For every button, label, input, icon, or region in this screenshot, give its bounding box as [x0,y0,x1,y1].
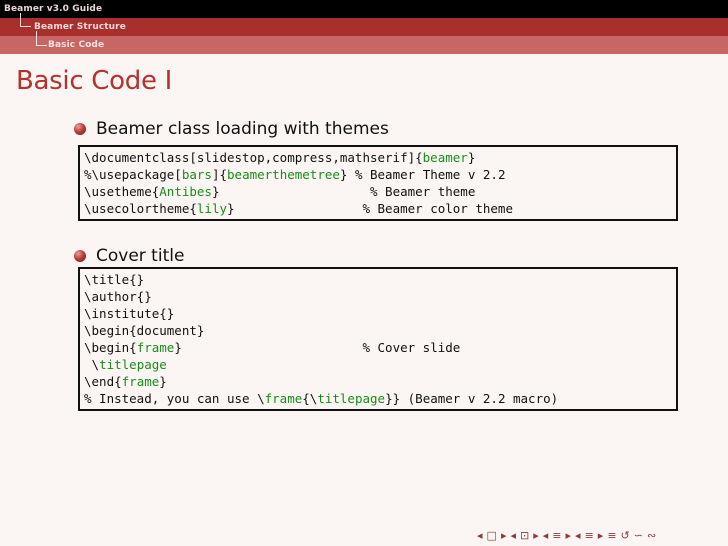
code-text: \ [84,357,100,372]
code-line: \institute{} [84,305,676,322]
code-line: %\usepackage[bars]{beamerthemetree} % Be… [84,166,676,183]
nav-symbol-icon[interactable]: ≡ [585,530,594,542]
code-text: \begin{document} [84,323,205,338]
header-bar-subsection: Basic Code [0,36,728,54]
navigation-symbols: ◂ □ ▸ ◂ ⊡ ▸ ◂ ≡ ▸ ◂ ≡ ▸ ≡ ↺ ∽ ∾ [477,530,656,542]
code-keyword: beamer [422,150,468,165]
tree-connector-1 [20,13,31,27]
nav-symbol-icon[interactable]: ▸ [533,530,539,542]
code-text: \usecolortheme{ [84,201,197,216]
nav-symbol-icon[interactable]: ▸ [566,530,572,542]
nav-symbol-icon[interactable]: ∽ [634,530,643,542]
code-line: \documentclass[slidestop,compress,mathse… [84,149,676,166]
code-keyword: frame [136,340,175,355]
code-text: \end{ [84,374,122,389]
nav-symbol-icon[interactable]: ▸ [598,530,604,542]
code-line: \begin{document} [84,322,676,339]
nav-symbol-icon[interactable]: □ [487,530,497,542]
code-line: \titlepage [84,356,676,373]
bullet-ball-icon [74,123,86,135]
nav-symbol-icon[interactable]: ≡ [552,530,561,542]
bullet-label-2: Cover title [96,246,185,266]
code-text: ]{ [211,167,228,182]
tree-connector-2 [36,31,47,46]
header-section-title[interactable]: Beamer Structure [34,18,126,36]
nav-symbol-icon[interactable]: ⊡ [520,530,529,542]
header-bar-guide: Beamer v3.0 Guide [0,0,728,18]
code-block-2: \title{} \author{} \institute{} \begin{docu… [78,267,678,411]
code-text: {\ [302,391,318,406]
bullet-label-1: Beamer class loading with themes [96,119,389,139]
code-text: \author{} [84,289,152,304]
code-text: % Instead, you can use \ [84,391,265,406]
code-keyword: titlepage [317,391,386,406]
code-text: } % Cover slide [174,340,461,355]
slide-title: Basic Code I [16,66,172,96]
code-text: } [159,374,167,389]
code-keyword: lily [196,201,227,216]
nav-symbol-icon[interactable]: ◂ [575,530,581,542]
code-text: \documentclass[slidestop,compress,mathse… [84,150,423,165]
code-line: % Instead, you can use \frame{\titlepage… [84,390,676,407]
code-keyword: beamerthemetree [227,167,340,182]
code-text: } % Beamer theme [211,184,476,199]
code-text: %\usepackage[ [84,167,182,182]
code-text: } % Beamer Theme v 2.2 [339,167,506,182]
code-text: \usetheme{ [84,184,160,199]
code-line: \begin{frame} % Cover slide [84,339,676,356]
code-text: \institute{} [84,306,175,321]
code-keyword: frame [121,374,160,389]
header-subsection-title[interactable]: Basic Code [48,36,104,54]
code-line: \author{} [84,288,676,305]
nav-symbol-icon[interactable]: ◂ [543,530,549,542]
header-guide-title[interactable]: Beamer v3.0 Guide [4,0,102,18]
nav-symbol-icon[interactable]: ∾ [647,530,656,542]
code-keyword: titlepage [99,357,167,372]
bullet-item-1: Beamer class loading with themes [74,119,389,139]
code-keyword: bars [181,167,212,182]
code-text: \title{} [84,272,145,287]
nav-symbol-icon[interactable]: ▸ [501,530,507,542]
code-line: \usecolortheme{lily} % Beamer color them… [84,200,676,217]
bullet-item-2: Cover title [74,246,184,266]
nav-symbol-icon[interactable]: ◂ [510,530,516,542]
code-line: \usetheme{Antibes} % Beamer theme [84,183,676,200]
code-keyword: Antibes [159,184,212,199]
code-text: } [467,150,476,165]
code-text: \begin{ [84,340,137,355]
code-keyword: frame [264,391,303,406]
nav-symbol-icon[interactable]: ≡ [607,530,616,542]
header-bar-section: Beamer Structure [0,18,728,36]
code-line: \title{} [84,271,676,288]
code-block-1: \documentclass[slidestop,compress,mathse… [78,145,678,221]
nav-symbol-icon[interactable]: ↺ [621,530,630,542]
bullet-ball-icon [74,250,86,262]
code-text: }} (Beamer v 2.2 macro) [385,391,559,406]
code-text: } % Beamer color theme [227,201,513,216]
code-line: \end{frame} [84,373,676,390]
nav-symbol-icon[interactable]: ◂ [477,530,483,542]
